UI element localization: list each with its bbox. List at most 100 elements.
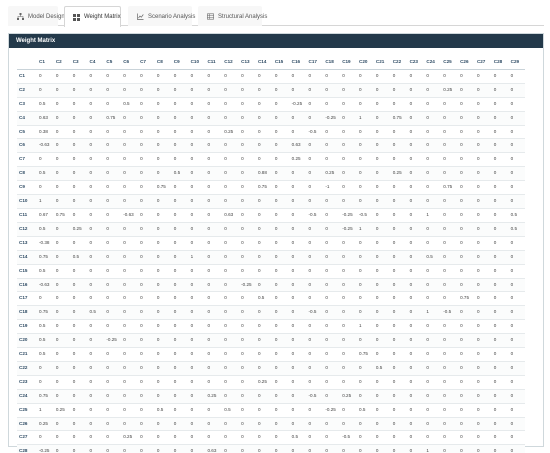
- column-header: C18: [323, 56, 341, 70]
- matrix-cell: 0: [323, 97, 341, 112]
- matrix-cell: 0: [474, 361, 492, 376]
- matrix-cell: 0: [138, 375, 155, 390]
- matrix-cell: 0: [53, 222, 71, 237]
- matrix-cell: 0: [491, 264, 509, 279]
- matrix-cell: 0: [390, 403, 408, 418]
- table-row: C3 0.5 0 0 0 0 0.5 0 0 0 0 0 0 0 0 0 -0.25 0 0 0 0 0 0 0 0 0 0 0 0 0: [17, 97, 526, 112]
- matrix-cell: 0: [222, 194, 240, 209]
- matrix-cell: -0.25: [289, 97, 307, 112]
- matrix-cell: 0: [458, 152, 475, 168]
- matrix-cell: 0: [357, 125, 374, 140]
- matrix-cell: 0: [171, 83, 189, 98]
- table-row: C4 0.63 0 0 0 0.75 0 0 0 0 0 0 0 0 0 0 0 0 -0.25 0 1 0 0.75 0 0 0…: [17, 111, 526, 126]
- matrix-cell: 0: [508, 375, 526, 390]
- column-header: C26: [458, 56, 475, 70]
- matrix-cell: 0: [306, 250, 324, 265]
- tab-scenario-analysis[interactable]: Scenario Analysis: [128, 6, 195, 26]
- matrix-cell: 0.5: [289, 430, 307, 446]
- matrix-cell: 0.88: [255, 166, 273, 182]
- tab-model-design[interactable]: Model Design: [8, 6, 65, 26]
- matrix-cell: 0: [458, 389, 475, 404]
- table-row: C26 0.25 0 0 0 0 0 0 0 0 0 0 0 0 0 0 0 0 0 0 0 0 0 0 0 0 0 0 0 0: [17, 417, 526, 432]
- matrix-cell: 0: [70, 305, 88, 321]
- matrix-cell: 0: [289, 319, 307, 335]
- matrix-cell: 0: [407, 389, 425, 404]
- matrix-cell: 0: [87, 403, 105, 418]
- matrix-cell: 0: [53, 236, 71, 251]
- matrix-cell: 0: [222, 375, 240, 390]
- matrix-cell: 0: [441, 236, 459, 251]
- tab-structural-analysis[interactable]: Structural Analysis: [198, 6, 267, 26]
- column-header: C6: [121, 56, 139, 70]
- column-header: C9: [171, 56, 189, 70]
- matrix-cell: 0: [239, 333, 256, 349]
- matrix-cell: 0: [357, 166, 374, 182]
- row-header: C23: [17, 375, 37, 390]
- matrix-cell: 0: [37, 430, 54, 446]
- matrix-cell: 0: [272, 305, 290, 321]
- matrix-cell: 1: [357, 111, 374, 126]
- tab-weight-matrix[interactable]: Weight Matrix: [64, 6, 121, 27]
- matrix-cell: 0: [87, 138, 105, 154]
- matrix-cell: 0.25: [255, 375, 273, 390]
- matrix-cell: 0: [458, 236, 475, 251]
- row-header: C20: [17, 333, 37, 349]
- matrix-cell: 0: [138, 250, 155, 265]
- matrix-cell: 0: [340, 152, 358, 168]
- matrix-cell: 0: [154, 444, 172, 453]
- matrix-cell: 0: [154, 69, 172, 84]
- matrix-cell: 0: [407, 138, 425, 154]
- matrix-cell: 0: [508, 236, 526, 251]
- matrix-cell: 0: [272, 403, 290, 418]
- matrix-cell: 0: [424, 375, 442, 390]
- matrix-cell: 0: [188, 166, 206, 182]
- matrix-cell: -0.63: [121, 208, 139, 223]
- matrix-cell: 0: [373, 375, 391, 390]
- matrix-cell: 0: [222, 278, 240, 293]
- matrix-cell: 0: [53, 361, 71, 376]
- matrix-cell: 0: [255, 305, 273, 321]
- matrix-cell: 0: [255, 236, 273, 251]
- matrix-cell: 0: [87, 180, 105, 196]
- matrix-cell: 0: [87, 319, 105, 335]
- matrix-cell: 0.5: [154, 403, 172, 418]
- matrix-cell: 0: [205, 111, 223, 126]
- matrix-cell: 0: [407, 417, 425, 432]
- matrix-cell: 0: [53, 152, 71, 168]
- matrix-cell: 0: [323, 430, 341, 446]
- matrix-cell: 0: [373, 250, 391, 265]
- matrix-cell: 0: [222, 152, 240, 168]
- matrix-cell: 0: [272, 111, 290, 126]
- matrix-cell: 0: [474, 222, 492, 237]
- matrix-table-container[interactable]: C1 C2 C3 C4 C5 C6 C7 C8 C9 C10 C11 C12 C13 C14 C15 C16 C…: [17, 56, 526, 453]
- matrix-cell: 0: [205, 222, 223, 237]
- matrix-cell: 0: [70, 152, 88, 168]
- matrix-cell: 0: [138, 444, 155, 453]
- matrix-cell: 0: [87, 222, 105, 237]
- matrix-cell: 0: [205, 278, 223, 293]
- matrix-cell: 0: [255, 361, 273, 376]
- matrix-cell: 0: [373, 236, 391, 251]
- matrix-cell: 0: [474, 417, 492, 432]
- matrix-cell: 0: [104, 361, 122, 376]
- matrix-cell: 0.75: [255, 180, 273, 196]
- matrix-cell: 0: [474, 236, 492, 251]
- matrix-cell: 0: [171, 389, 189, 404]
- matrix-cell: 0: [154, 333, 172, 349]
- matrix-cell: 0.75: [37, 389, 54, 404]
- matrix-cell: 0: [222, 236, 240, 251]
- table-row: C1 0 0 0 0 0 0 0 0 0 0 0 0 0 0 0 0 0 0 0 0 0 0 0 0 0 0 0 0 0: [17, 69, 526, 84]
- matrix-cell: 0: [306, 222, 324, 237]
- matrix-cell: 0: [104, 194, 122, 209]
- column-header: C13: [239, 56, 256, 70]
- matrix-cell: 0: [458, 361, 475, 376]
- matrix-cell: 0: [87, 152, 105, 168]
- matrix-cell: 0: [171, 305, 189, 321]
- matrix-cell: -0.38: [37, 236, 54, 251]
- matrix-cell: 0: [289, 264, 307, 279]
- matrix-cell: 0: [222, 264, 240, 279]
- matrix-cell: 0: [121, 180, 139, 196]
- matrix-cell: 0: [424, 69, 442, 84]
- matrix-cell: 0.25: [70, 222, 88, 237]
- matrix-cell: 0: [255, 389, 273, 404]
